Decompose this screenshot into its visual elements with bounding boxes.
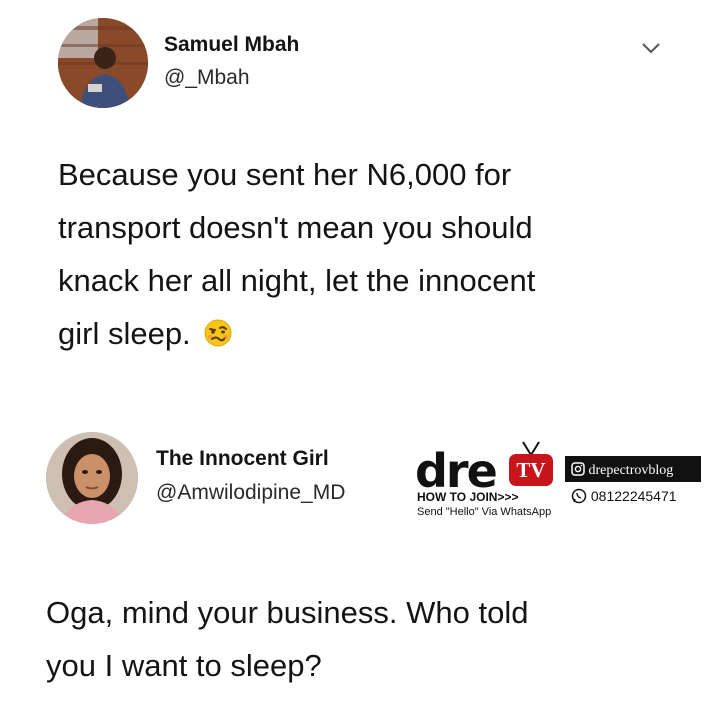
watermark-instagram-handle: drepectrovblog (588, 463, 674, 478)
tweet-body: Because you sent her N6,000 for transpor… (58, 148, 535, 360)
watermark-send-hello: Send "Hello" Via WhatsApp (417, 506, 552, 518)
watermark-how-to-join: HOW TO JOIN>>> (417, 490, 519, 504)
author-handle[interactable]: @Amwilodipine_MD (156, 481, 345, 505)
tweet-line: you I want to sleep? (46, 648, 322, 683)
watermark-tv-badge: TV (509, 454, 553, 486)
watermark: dre TV drepectrovblog HOW TO JOIN>>> 081… (415, 440, 705, 522)
tweet-body: Oga, mind your business. Who told you I … (46, 586, 528, 692)
instagram-icon (571, 462, 585, 476)
avatar[interactable] (46, 432, 138, 524)
author-name[interactable]: Samuel Mbah (164, 33, 299, 57)
woozy-face-icon (204, 319, 232, 347)
author-handle[interactable]: @_Mbah (164, 66, 250, 90)
tweet-line: girl sleep. (58, 307, 535, 360)
tweet-line: Because you sent her N6,000 for (58, 157, 512, 192)
watermark-instagram: drepectrovblog (565, 456, 701, 482)
watermark-phone-number: 08122245471 (590, 488, 677, 504)
avatar-photo-icon (58, 18, 148, 108)
author-name[interactable]: The Innocent Girl (156, 447, 329, 471)
tweet-line: Oga, mind your business. Who told (46, 595, 529, 630)
tweet-line-text: girl sleep. (58, 316, 191, 351)
avatar[interactable] (58, 18, 148, 108)
tweet-line: transport doesn't mean you should (58, 210, 533, 245)
chevron-down-icon[interactable] (640, 40, 662, 56)
avatar-photo-icon (46, 432, 138, 524)
watermark-phone: 08122245471 (571, 488, 677, 504)
tweet-line: knack her all night, let the innocent (58, 263, 536, 298)
whatsapp-icon (571, 488, 587, 504)
